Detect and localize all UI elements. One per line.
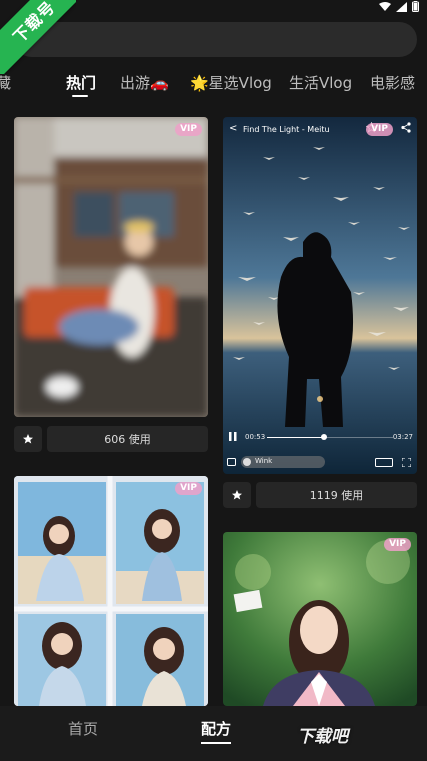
progress-track[interactable]: [267, 434, 393, 440]
favorite-button[interactable]: [14, 426, 42, 452]
fullscreen-icon[interactable]: [402, 458, 411, 467]
template-card-graduation[interactable]: VIP: [223, 532, 417, 706]
pause-icon[interactable]: [229, 432, 237, 441]
time-current: 00:53: [245, 433, 266, 441]
category-tabs: 藏 热门 出游🚗 🌟星选Vlog 生活Vlog 电影感: [0, 70, 427, 100]
vip-badge: VIP: [175, 123, 202, 136]
tab-star-vlog[interactable]: 🌟星选Vlog: [190, 72, 272, 93]
template-card-bench[interactable]: VIP: [14, 117, 208, 417]
template-card-seagulls[interactable]: < Find The Light - Meitu VIP 00:53 03:27…: [223, 117, 417, 474]
favorite-button[interactable]: [223, 482, 251, 508]
card-thumbnail: [223, 532, 417, 706]
vip-badge: VIP: [384, 538, 411, 551]
time-total: 03:27: [392, 433, 413, 441]
back-icon[interactable]: <: [229, 123, 237, 134]
card-thumbnail: [223, 117, 417, 474]
use-button[interactable]: 1119 使用: [256, 482, 417, 508]
card-actions: 1119 使用: [223, 482, 417, 508]
star-icon: [23, 434, 33, 444]
nav-active-indicator: [201, 742, 231, 744]
tab-collection[interactable]: 藏: [0, 72, 11, 93]
star-icon: [232, 490, 242, 500]
tab-active-indicator: [72, 95, 88, 97]
effect-chip[interactable]: Wink: [241, 456, 325, 468]
effect-avatar: [243, 458, 251, 466]
resolution-icon[interactable]: [375, 458, 393, 467]
signal-icon: [396, 1, 407, 12]
wifi-icon: [379, 1, 391, 11]
share-icon[interactable]: [401, 122, 411, 133]
use-button[interactable]: 606 使用: [47, 426, 208, 452]
player-controls: 00:53 03:27 Wink: [223, 429, 417, 474]
watermark-logo: 下载吧: [297, 727, 348, 747]
bottom-navigation: 首页 配方: [0, 706, 427, 761]
progress-knob[interactable]: [320, 434, 327, 440]
card-actions: 606 使用: [14, 426, 208, 452]
nav-home[interactable]: 首页: [68, 718, 98, 739]
vip-badge: VIP: [175, 482, 202, 495]
progress-fill: [267, 437, 324, 438]
player-title: Find The Light - Meitu: [243, 125, 330, 134]
tab-hot[interactable]: 热门: [66, 72, 96, 93]
template-card-beach[interactable]: VIP: [14, 476, 208, 706]
effect-label: Wink: [255, 457, 273, 465]
tab-cinematic[interactable]: 电影感: [370, 72, 415, 93]
download-badge: 下载号: [0, 0, 76, 74]
tab-travel[interactable]: 出游🚗: [120, 72, 169, 93]
vip-badge: VIP: [366, 123, 393, 136]
subtitle-icon[interactable]: [227, 458, 236, 466]
nav-recipe[interactable]: 配方: [201, 718, 231, 739]
badge-text: 下载号: [9, 0, 59, 47]
tab-life-vlog[interactable]: 生活Vlog: [289, 72, 352, 93]
card-thumbnail: [14, 476, 208, 706]
battery-icon: [412, 1, 419, 12]
card-thumbnail: [14, 117, 208, 417]
